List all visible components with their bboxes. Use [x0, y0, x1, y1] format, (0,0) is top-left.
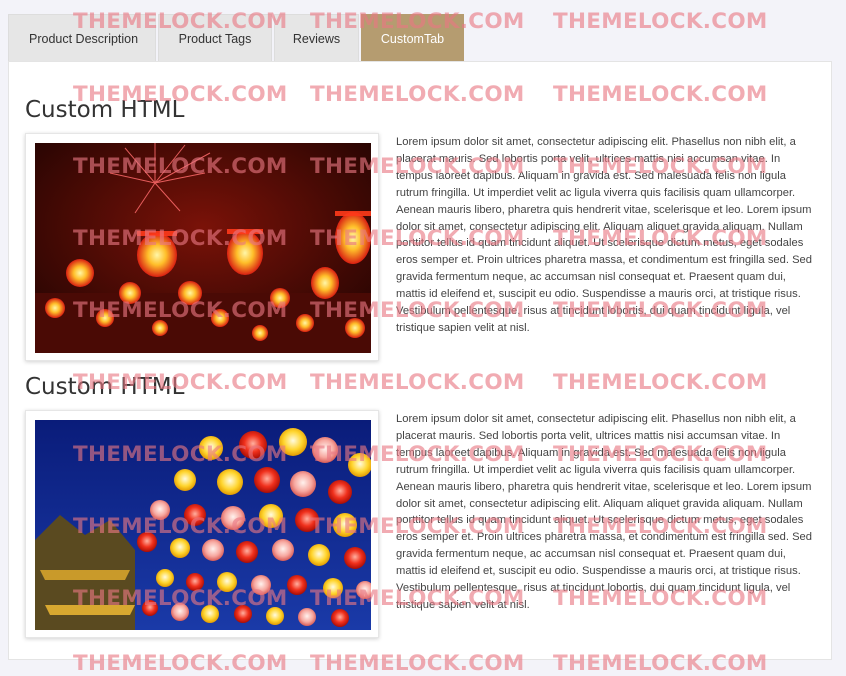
lantern-festival-image	[35, 420, 371, 630]
tab-reviews[interactable]: Reviews	[274, 14, 359, 61]
tab-content-panel: Custom HTML Lorem ipsum dolor sit amet, …	[8, 61, 832, 660]
red-lanterns-image	[35, 143, 371, 353]
red-lanterns-fireworks-photo	[25, 133, 379, 361]
watermark-text: THEMELOCK.COM	[553, 9, 768, 34]
tab-bar: Product Description Product Tags Reviews…	[8, 14, 466, 61]
section-paragraph: Lorem ipsum dolor sit amet, consectetur …	[396, 136, 812, 334]
tab-product-tags[interactable]: Product Tags	[158, 14, 272, 61]
tab-product-description[interactable]: Product Description	[8, 14, 156, 61]
tab-customtab[interactable]: CustomTab	[361, 14, 464, 61]
section-heading: Custom HTML	[25, 374, 185, 400]
section-heading: Custom HTML	[25, 97, 185, 123]
section-paragraph: Lorem ipsum dolor sit amet, consectetur …	[396, 413, 812, 611]
lantern-festival-night-photo	[25, 410, 379, 638]
